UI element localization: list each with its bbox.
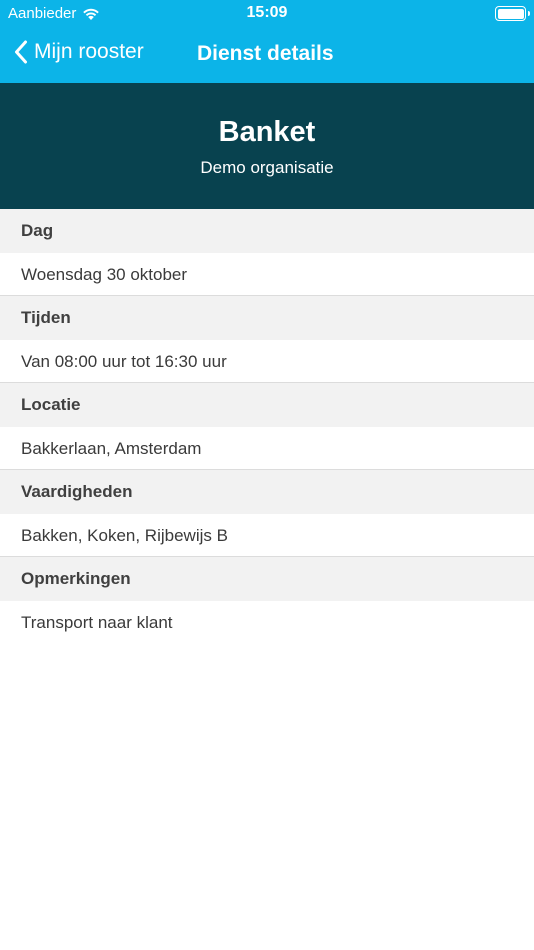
section-label-remarks: Opmerkingen xyxy=(0,557,534,601)
section-label-skills: Vaardigheden xyxy=(0,470,534,514)
status-bar: Aanbieder 15:09 xyxy=(0,0,534,28)
chevron-left-icon xyxy=(15,40,27,64)
section-value-day: Woensdag 30 oktober xyxy=(0,253,534,296)
shift-title: Banket xyxy=(218,116,316,148)
details-list: Dag Woensdag 30 oktober Tijden Van 08:00… xyxy=(0,209,534,644)
section-value-times: Van 08:00 uur tot 16:30 uur xyxy=(0,340,534,383)
section-label-location: Locatie xyxy=(0,383,534,427)
nav-title: Dienst details xyxy=(197,42,334,65)
organisation-name: Demo organisatie xyxy=(200,158,334,177)
status-time: 15:09 xyxy=(246,4,288,21)
battery-icon xyxy=(495,6,530,21)
navigation-bar: Mijn rooster Dienst details xyxy=(0,28,534,83)
top-bar: Aanbieder 15:09 Mijn rooster Dienst deta… xyxy=(0,0,534,83)
section-label-day: Dag xyxy=(0,209,534,253)
section-value-skills: Bakken, Koken, Rijbewijs B xyxy=(0,514,534,557)
back-button[interactable]: Mijn rooster xyxy=(14,40,144,64)
shift-header: Banket Demo organisatie xyxy=(0,83,534,209)
section-value-remarks: Transport naar klant xyxy=(21,613,173,632)
back-label: Mijn rooster xyxy=(34,40,144,63)
section-label-times: Tijden xyxy=(0,296,534,340)
section-value-location: Bakkerlaan, Amsterdam xyxy=(0,427,534,470)
